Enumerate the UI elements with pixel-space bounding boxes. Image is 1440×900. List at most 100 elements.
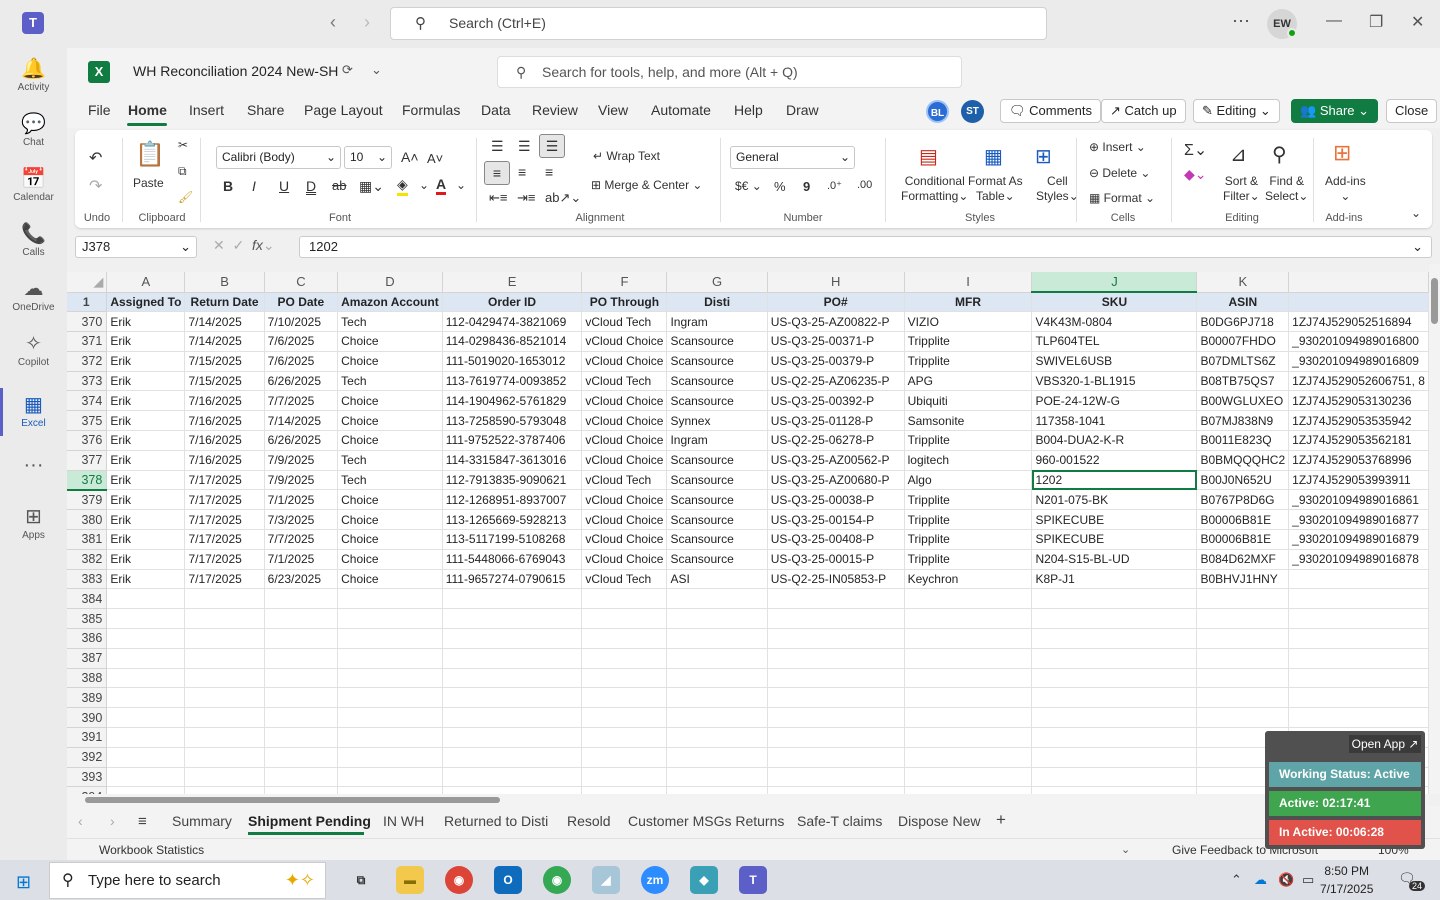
formula-input[interactable]: 1202 ⌄	[299, 236, 1432, 258]
cell[interactable]: Erik	[106, 351, 186, 372]
cell[interactable]	[1288, 668, 1429, 689]
italic-icon[interactable]: I	[252, 178, 256, 194]
rail-excel[interactable]: ▦ Excel	[0, 392, 67, 429]
cell[interactable]	[666, 608, 768, 630]
cell[interactable]: N204-S15-BL-UD	[1031, 549, 1198, 570]
cell[interactable]: 7/7/2025	[264, 529, 339, 550]
column-header[interactable]: K	[1196, 272, 1290, 293]
cell[interactable]	[1196, 668, 1290, 689]
cell[interactable]: 7/3/2025	[264, 509, 339, 531]
cell[interactable]: _930201094989016861	[1288, 489, 1429, 511]
mute-icon[interactable]: 🔇	[1278, 872, 1294, 888]
cell[interactable]: SPIKECUBE	[1031, 529, 1198, 550]
cell[interactable]	[767, 668, 905, 689]
row-header[interactable]: 1	[67, 292, 108, 313]
cell[interactable]: Tripplite	[904, 331, 1033, 352]
column-header[interactable]: J	[1031, 272, 1198, 293]
cell[interactable]	[337, 747, 443, 768]
cell[interactable]	[337, 608, 443, 630]
rail-calendar[interactable]: 📅 Calendar	[0, 166, 67, 203]
cell[interactable]: Choice	[337, 331, 443, 352]
taskbar-clock[interactable]: 8:50 PM 7/17/2025	[1320, 862, 1373, 898]
row-header[interactable]: 380	[67, 509, 108, 531]
cell[interactable]: 111-9752522-3787406	[442, 430, 583, 451]
row-header[interactable]: 385	[67, 608, 108, 630]
cell[interactable]	[1288, 608, 1429, 630]
cell[interactable]: Choice	[337, 430, 443, 451]
cell[interactable]: 7/6/2025	[264, 351, 339, 372]
cell-styles-icon[interactable]: ⊞	[1035, 144, 1052, 169]
cell[interactable]: US-Q3-25-00015-P	[767, 549, 905, 570]
cell[interactable]: US-Q3-25-AZ00822-P	[767, 311, 905, 333]
header-cell[interactable]: PO Date	[264, 292, 339, 313]
cell[interactable]: B084D62MXF	[1196, 549, 1290, 570]
cell[interactable]	[442, 628, 583, 649]
row-header[interactable]: 370	[67, 311, 108, 333]
cell[interactable]: US-Q3-25-00371-P	[767, 331, 905, 352]
cell[interactable]: vCloud Tech	[581, 371, 668, 392]
cell[interactable]: B08TB75QS7	[1196, 371, 1290, 392]
font-size-select[interactable]: 10 ⌄	[344, 146, 392, 169]
rail-more[interactable]: ···	[0, 454, 67, 480]
redo-icon[interactable]: ↷	[89, 176, 102, 196]
cell[interactable]: 112-7913835-9090621	[442, 470, 583, 491]
more-options-icon[interactable]: ···	[1232, 10, 1250, 31]
cell[interactable]	[1196, 628, 1290, 649]
tab-view[interactable]: View	[598, 102, 628, 118]
paste-icon[interactable]: 📋	[135, 140, 165, 169]
cell[interactable]	[442, 608, 583, 630]
cell[interactable]: _930201094989016877	[1288, 509, 1429, 531]
column-header[interactable]: D	[337, 272, 443, 293]
cell[interactable]: vCloud Tech	[581, 569, 668, 590]
sort-filter-icon[interactable]: ⊿	[1230, 142, 1247, 167]
cell[interactable]: Synnex	[666, 410, 768, 432]
vertical-scrollbar[interactable]	[1429, 264, 1440, 794]
wrap-text-button[interactable]: ↵ Wrap Text	[593, 149, 660, 163]
cell[interactable]: logitech	[904, 450, 1033, 471]
cell[interactable]: Scansource	[666, 470, 768, 491]
row-header[interactable]: 387	[67, 648, 108, 669]
cell[interactable]	[1031, 628, 1198, 649]
cell[interactable]	[184, 786, 265, 794]
row-header[interactable]: 379	[67, 489, 108, 511]
header-cell[interactable]: SKU	[1031, 292, 1198, 313]
cell[interactable]: Erik	[106, 371, 186, 392]
cell[interactable]: Scansource	[666, 351, 768, 372]
cell[interactable]	[904, 687, 1033, 709]
cell[interactable]: 112-1268951-8937007	[442, 489, 583, 511]
cell[interactable]	[904, 727, 1033, 748]
align-top-icon[interactable]: ☰	[491, 138, 504, 155]
onedrive-tray-icon[interactable]: ☁	[1254, 872, 1267, 888]
cell[interactable]: B07DMLTS6Z	[1196, 351, 1290, 372]
cell[interactable]: 7/9/2025	[264, 450, 339, 471]
cell[interactable]: 117358-1041	[1031, 410, 1198, 432]
cell[interactable]: 7/14/2025	[184, 311, 265, 333]
cell[interactable]: 6/26/2025	[264, 430, 339, 451]
cell[interactable]	[106, 707, 186, 729]
cell[interactable]	[337, 767, 443, 788]
cell[interactable]: US-Q2-25-IN05853-P	[767, 569, 905, 590]
cell[interactable]: Tech	[337, 450, 443, 471]
row-header[interactable]: 383	[67, 569, 108, 590]
row-header[interactable]: 378	[67, 470, 108, 491]
cell[interactable]: Tripplite	[904, 509, 1033, 531]
cell[interactable]: V4K43M-0804	[1031, 311, 1198, 333]
cell[interactable]: B004-DUA2-K-R	[1031, 430, 1198, 451]
close-window-button[interactable]: ✕	[1411, 12, 1424, 32]
cell[interactable]: 111-5019020-1653012	[442, 351, 583, 372]
cell[interactable]: US-Q3-25-00408-P	[767, 529, 905, 550]
cell[interactable]: Erik	[106, 529, 186, 550]
chevron-up-icon[interactable]: ⌃	[1231, 872, 1242, 888]
cell[interactable]	[264, 648, 339, 669]
cell[interactable]: 7/14/2025	[184, 331, 265, 352]
cell[interactable]: B00007FHDO	[1196, 331, 1290, 352]
cell[interactable]: 114-1904962-5761829	[442, 390, 583, 412]
cell[interactable]: 7/14/2025	[264, 410, 339, 432]
editing-mode-button[interactable]: ✎ Editing ⌄	[1193, 99, 1280, 123]
cell[interactable]: 111-5448066-6769043	[442, 549, 583, 570]
cell[interactable]: B07MJ838N9	[1196, 410, 1290, 432]
cell[interactable]: _930201094989016809	[1288, 351, 1429, 372]
cell[interactable]: Tripplite	[904, 489, 1033, 511]
tab-share[interactable]: Share	[247, 102, 284, 118]
cell[interactable]	[666, 668, 768, 689]
